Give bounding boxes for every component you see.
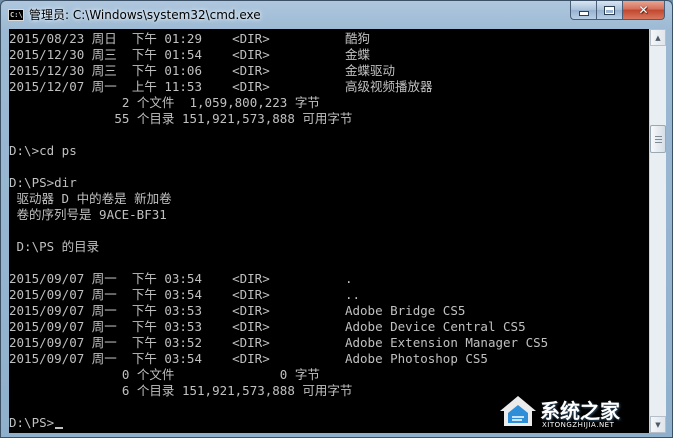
console-line: 2015/09/07 周一 下午 03:53 <DIR> Adobe Devic…	[9, 319, 526, 334]
minimize-button[interactable]	[570, 1, 596, 20]
console-line: 6 个目录 151,921,573,888 可用字节	[9, 383, 353, 398]
maximize-button[interactable]	[596, 1, 622, 20]
scrollbar-thumb[interactable]	[650, 125, 666, 153]
console-line: D:\PS>dir	[9, 175, 77, 190]
grip-icon	[655, 136, 662, 137]
cmd-window: C:\ 管理员: C:\Windows\system32\cmd.exe ✕ 2…	[0, 0, 673, 438]
cmd-app-icon[interactable]: C:\	[8, 9, 24, 21]
console-line: 2015/09/07 周一 下午 03:53 <DIR> Adobe Bridg…	[9, 303, 466, 318]
scroll-up-button[interactable]: ▲	[650, 29, 666, 46]
console-output[interactable]: 2015/08/23 周日 下午 01:29 <DIR> 酷狗 2015/12/…	[9, 29, 649, 433]
console-line: 2015/12/07 周一 上午 11:53 <DIR> 高级视频播放器	[9, 79, 433, 94]
close-icon: ✕	[638, 3, 649, 17]
arrow-up-icon: ▲	[655, 33, 661, 42]
console-line: 2015/08/23 周日 下午 01:29 <DIR> 酷狗	[9, 31, 370, 46]
close-button[interactable]: ✕	[622, 1, 665, 20]
console-line: 2015/09/07 周一 下午 03:54 <DIR> Adobe Photo…	[9, 351, 488, 366]
grip-icon	[655, 142, 662, 143]
console-line: 卷的序列号是 9ACE-BF31	[9, 207, 167, 222]
house-logo-icon	[500, 396, 536, 426]
console-prompt: D:\PS>	[9, 415, 55, 430]
watermark-url: XITONGZHIJIA.NET	[542, 421, 615, 429]
watermark: 系统之家 XITONGZHIJIA.NET	[498, 391, 668, 435]
vertical-scrollbar[interactable]: ▲ ▼	[649, 29, 666, 433]
console-line: 2015/09/07 周一 下午 03:52 <DIR> Adobe Exten…	[9, 335, 549, 350]
maximize-icon	[604, 5, 615, 15]
grip-icon	[655, 139, 662, 140]
window-title: 管理员: C:\Windows\system32\cmd.exe	[29, 8, 261, 22]
console-line: 2 个文件 1,059,800,223 字节	[9, 95, 320, 110]
console-prompt-line[interactable]: D:\PS>	[9, 415, 64, 431]
console-line: D:\PS 的目录	[9, 239, 100, 254]
watermark-text: 系统之家	[540, 399, 620, 423]
console-line: 2015/12/30 周三 下午 01:54 <DIR> 金蝶	[9, 47, 370, 62]
console-line: D:\>cd ps	[9, 143, 77, 158]
console-line: 驱动器 D 中的卷是 新加卷	[9, 191, 172, 206]
console-line: 2015/09/07 周一 下午 03:54 <DIR> .	[9, 271, 353, 286]
minimize-icon	[578, 10, 589, 16]
caption-buttons: ✕	[570, 1, 665, 20]
console-line: 2015/09/07 周一 下午 03:54 <DIR> ..	[9, 287, 361, 302]
title-bar[interactable]: C:\ 管理员: C:\Windows\system32\cmd.exe ✕	[1, 1, 672, 29]
console-line: 55 个目录 151,921,573,888 可用字节	[9, 111, 353, 126]
console-line: 2015/12/30 周三 下午 01:06 <DIR> 金蝶驱动	[9, 63, 395, 78]
text-cursor	[55, 427, 64, 429]
console-line: 0 个文件 0 字节	[9, 367, 320, 382]
